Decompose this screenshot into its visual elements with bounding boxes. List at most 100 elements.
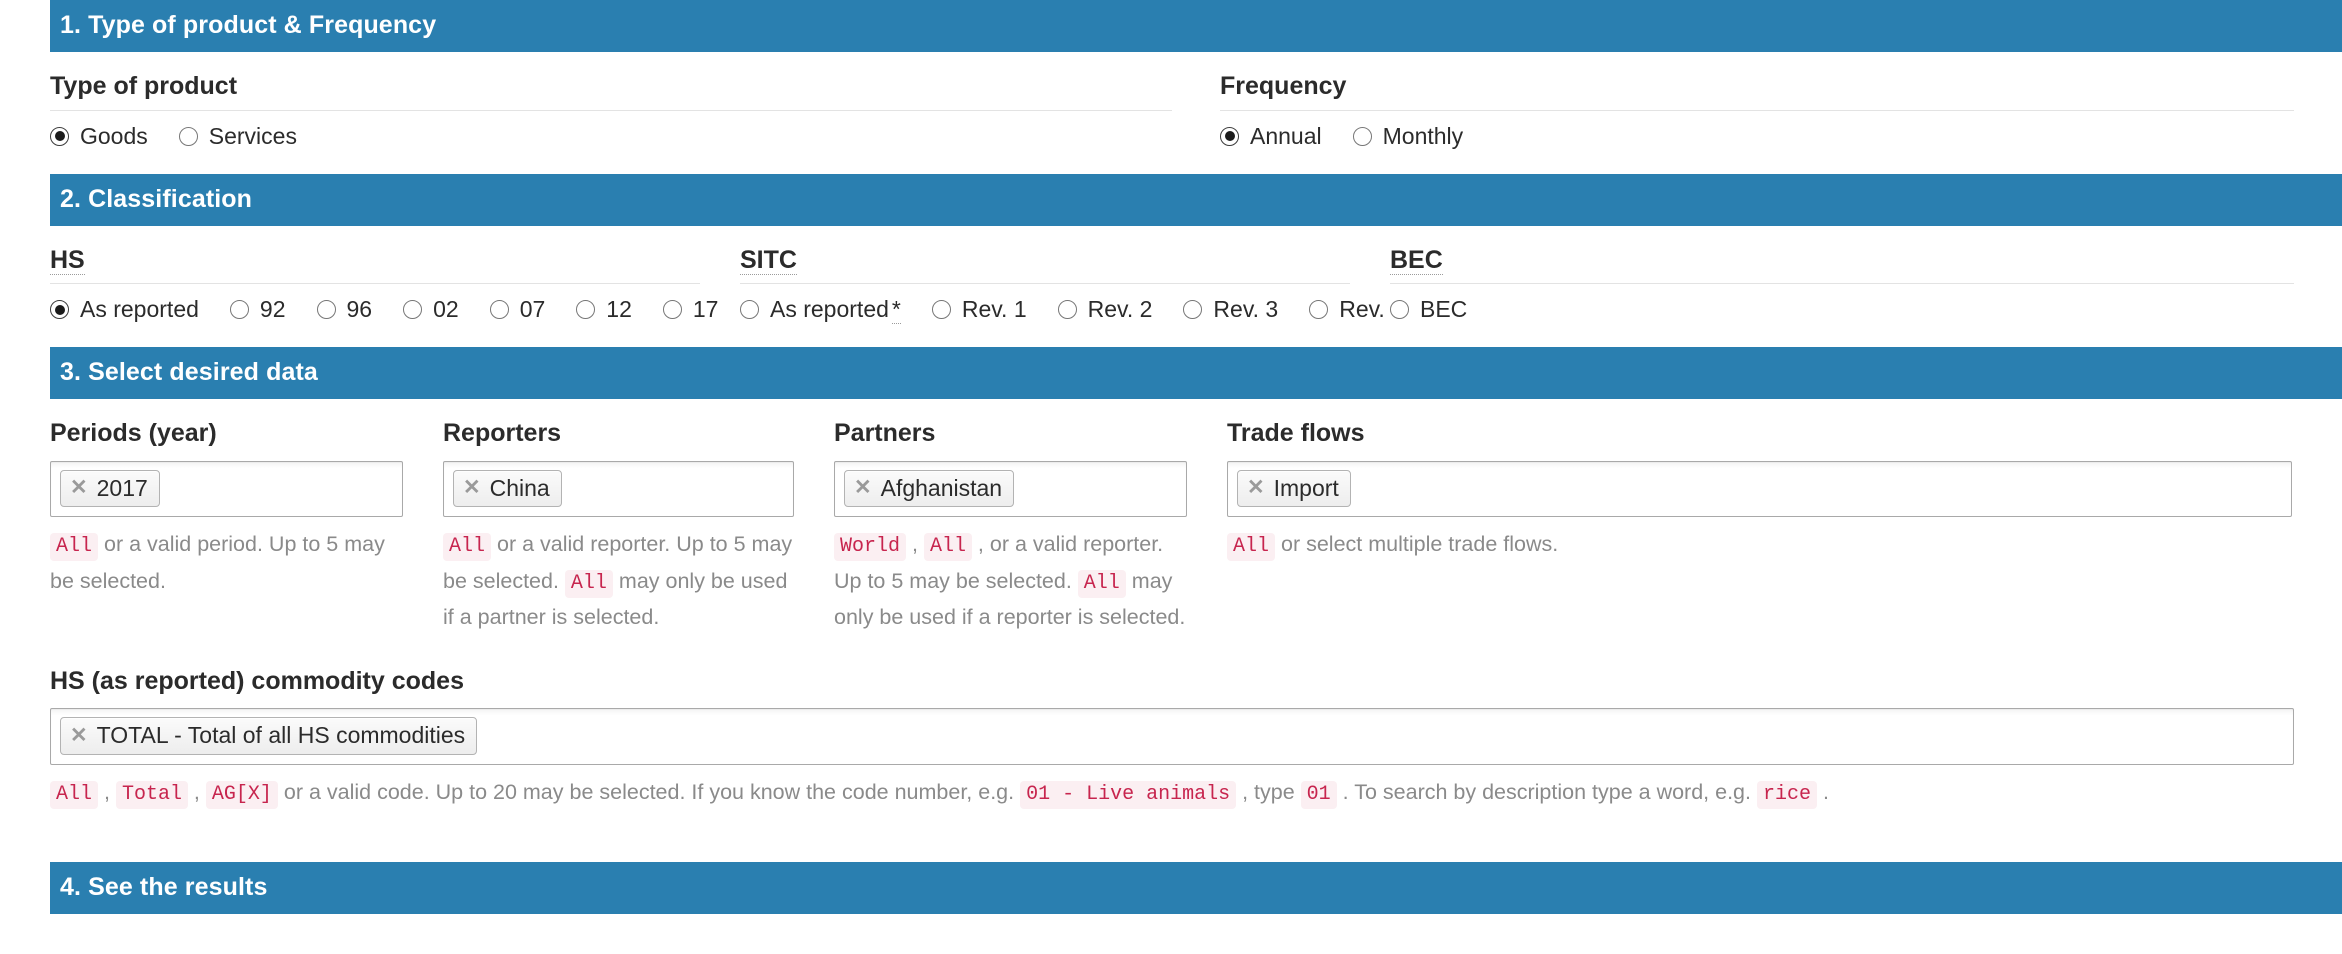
reporters-help-token-2: All [565,570,613,598]
radio-icon[interactable] [50,127,69,146]
trade-flows-chip-label: Import [1274,474,1339,503]
radio-icon[interactable] [1058,300,1077,319]
radio-annual[interactable]: Annual [1220,125,1322,148]
frequency-divider [1220,110,2294,111]
reporters-chip[interactable]: ✕ China [453,470,562,508]
radio-icon[interactable] [490,300,509,319]
radio-bec-label: BEC [1420,298,1467,321]
radio-icon[interactable] [179,127,198,146]
periods-field: Periods (year) ✕ 2017 All or a valid per… [50,420,443,635]
reporters-chip-label: China [490,474,550,503]
radio-icon[interactable] [1220,127,1239,146]
bec-group: BEC BEC [1390,247,2342,322]
hs-title: HS [50,247,700,284]
radio-icon[interactable] [230,300,249,319]
partners-chip[interactable]: ✕ Afghanistan [844,470,1014,508]
section-3-body: Periods (year) ✕ 2017 All or a valid per… [0,399,2342,862]
section-banner-3: 3. Select desired data [50,347,2342,399]
radio-icon[interactable] [740,300,759,319]
radio-sitc-as-reported[interactable]: As reported* [740,298,901,321]
chip-remove-icon[interactable]: ✕ [854,477,872,498]
reporters-help-token-0: All [443,533,491,561]
reporters-input[interactable]: ✕ China [443,461,794,518]
radio-services[interactable]: Services [179,125,297,148]
commodity-codes-title: HS (as reported) commodity codes [50,668,2342,696]
sitc-footnote-marker[interactable]: * [892,296,901,324]
query-form-page: 1. Type of product & Frequency Type of p… [0,0,2342,914]
section-1-body: Type of product Goods Services Frequency [0,52,2342,174]
commodity-help-token-8: 01 [1301,781,1337,809]
reporters-help: All or a valid reporter. Up to 5 may be … [443,527,794,635]
radio-icon[interactable] [50,300,69,319]
frequency-title: Frequency [1220,73,2294,110]
commodity-codes-chip[interactable]: ✕ TOTAL - Total of all HS commodities [60,717,477,755]
section-banner-2: 2. Classification [50,174,2342,226]
radio-hs-12[interactable]: 12 [576,298,632,321]
radio-icon[interactable] [1309,300,1328,319]
frequency-group: Frequency Annual Monthly [1220,73,2342,148]
section-banner-1: 1. Type of product & Frequency [50,0,2342,52]
hs-title-label: HS [50,246,85,275]
radio-hs-96[interactable]: 96 [317,298,373,321]
radio-hs-92[interactable]: 92 [230,298,286,321]
radio-icon[interactable] [932,300,951,319]
radio-icon[interactable] [1183,300,1202,319]
radio-monthly-label: Monthly [1383,125,1464,148]
trade-flows-chip[interactable]: ✕ Import [1237,470,1351,508]
sitc-divider [740,283,1350,284]
radio-sitc-rev2[interactable]: Rev. 2 [1058,298,1153,321]
partners-help-token-0: World [834,533,906,561]
partners-help-token-2: All [924,533,972,561]
radio-hs-02-label: 02 [433,298,459,321]
chip-remove-icon[interactable]: ✕ [70,477,88,498]
frequency-radios: Annual Monthly [1220,125,2294,148]
radio-icon[interactable] [1353,127,1372,146]
radio-sitc-as-reported-label: As reported* [770,298,901,321]
commodity-codes-field: HS (as reported) commodity codes ✕ TOTAL… [50,635,2342,838]
partners-input[interactable]: ✕ Afghanistan [834,461,1187,518]
partners-help-token-4: All [1078,570,1126,598]
radio-hs-17[interactable]: 17 [663,298,719,321]
type-of-product-divider [50,110,1172,111]
radio-icon[interactable] [663,300,682,319]
radio-hs-as-reported-label: As reported [80,298,199,321]
periods-help-token-0: All [50,533,98,561]
radio-hs-as-reported[interactable]: As reported [50,298,199,321]
commodity-codes-input[interactable]: ✕ TOTAL - Total of all HS commodities [50,708,2294,765]
chip-remove-icon[interactable]: ✕ [70,725,88,746]
sitc-title-label: SITC [740,246,797,275]
sitc-title: SITC [740,247,1350,284]
radio-hs-07[interactable]: 07 [490,298,546,321]
partners-chip-label: Afghanistan [881,474,1002,503]
radio-goods[interactable]: Goods [50,125,148,148]
partners-field: Partners ✕ Afghanistan World , All , or … [834,420,1227,635]
radio-hs-12-label: 12 [606,298,632,321]
periods-input[interactable]: ✕ 2017 [50,461,403,518]
hs-radios: As reported 92 96 02 [50,298,700,321]
commodity-help-token-10: rice [1757,781,1817,809]
periods-help-text-1: or a valid period. Up to 5 may be select… [50,532,385,592]
commodity-help-text-3: , [188,780,206,804]
radio-sitc-rev3-label: Rev. 3 [1213,298,1278,321]
trade-flows-input[interactable]: ✕ Import [1227,461,2292,518]
radio-icon[interactable] [576,300,595,319]
sitc-group: SITC As reported* Rev. 1 Rev. 2 [740,247,1390,322]
hs-group: HS As reported 92 96 [50,247,740,322]
radio-hs-02[interactable]: 02 [403,298,459,321]
radio-sitc-rev3[interactable]: Rev. 3 [1183,298,1278,321]
radio-sitc-rev1[interactable]: Rev. 1 [932,298,1027,321]
radio-bec[interactable]: BEC [1390,298,1467,321]
radio-icon[interactable] [317,300,336,319]
section-2-body: HS As reported 92 96 [0,226,2342,348]
periods-chip[interactable]: ✕ 2017 [60,470,160,508]
radio-icon[interactable] [403,300,422,319]
radio-hs-17-label: 17 [693,298,719,321]
chip-remove-icon[interactable]: ✕ [1247,477,1265,498]
radio-sitc-rev1-label: Rev. 1 [962,298,1027,321]
radio-monthly[interactable]: Monthly [1353,125,1464,148]
trade-flows-help-token-0: All [1227,533,1275,561]
reporters-field: Reporters ✕ China All or a valid reporte… [443,420,834,635]
radio-icon[interactable] [1390,300,1409,319]
chip-remove-icon[interactable]: ✕ [463,477,481,498]
bec-title-label: BEC [1390,246,1443,275]
